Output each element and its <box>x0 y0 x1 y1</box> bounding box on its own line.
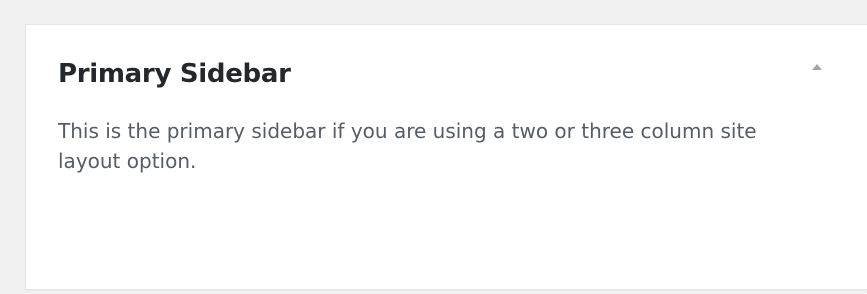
sidebar-description: This is the primary sidebar if you are u… <box>58 119 757 173</box>
arrow-up-icon <box>812 64 822 70</box>
collapse-toggle-button[interactable] <box>807 58 827 78</box>
sidebar-widget-area[interactable]: Primary Sidebar This is the primary side… <box>25 24 867 290</box>
widgets-screen: Primary Sidebar This is the primary side… <box>0 0 867 294</box>
sidebar-title[interactable]: Primary Sidebar <box>58 58 291 90</box>
